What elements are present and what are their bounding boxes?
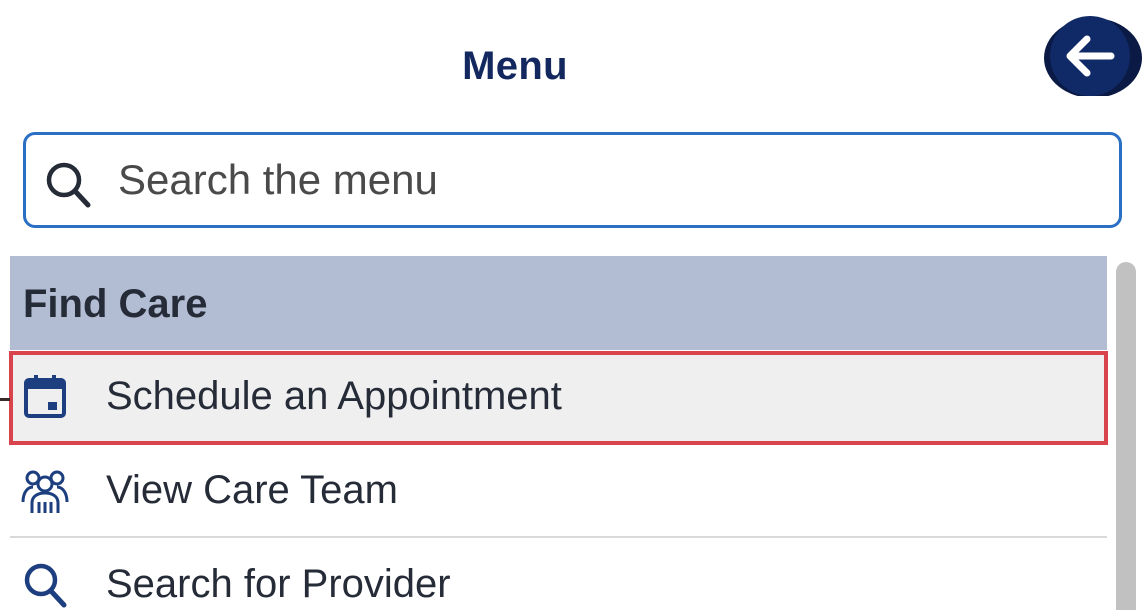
back-button[interactable] bbox=[1041, 8, 1145, 96]
search-icon bbox=[24, 563, 67, 608]
menu-item-label: Schedule an Appointment bbox=[106, 374, 562, 418]
section-title: Find Care bbox=[23, 282, 208, 326]
arrow-left-icon bbox=[1044, 16, 1142, 96]
search-input[interactable] bbox=[118, 149, 1098, 211]
scrollbar[interactable] bbox=[1116, 262, 1140, 610]
care-team-icon bbox=[21, 470, 69, 513]
callout-pointer bbox=[0, 398, 10, 401]
scrollbar-thumb[interactable] bbox=[1116, 262, 1136, 610]
page-title: Menu bbox=[462, 44, 568, 88]
menu-item-label: View Care Team bbox=[106, 468, 398, 512]
menu-item-label: Search for Provider bbox=[106, 562, 451, 606]
menu-panel: Menu Find Care Schedule an Appoint bbox=[0, 0, 1145, 610]
menu-item-view-care-team[interactable]: View Care Team bbox=[10, 446, 1107, 538]
menu-list: Find Care Schedule an Appointment View C… bbox=[0, 256, 1145, 610]
search-field[interactable] bbox=[23, 132, 1122, 228]
calendar-icon bbox=[24, 375, 66, 418]
section-header-find-care: Find Care bbox=[10, 256, 1107, 350]
menu-item-schedule-appointment[interactable]: Schedule an Appointment bbox=[9, 351, 1108, 445]
search-icon bbox=[46, 162, 91, 208]
menu-item-search-provider[interactable]: Search for Provider bbox=[10, 540, 1107, 610]
